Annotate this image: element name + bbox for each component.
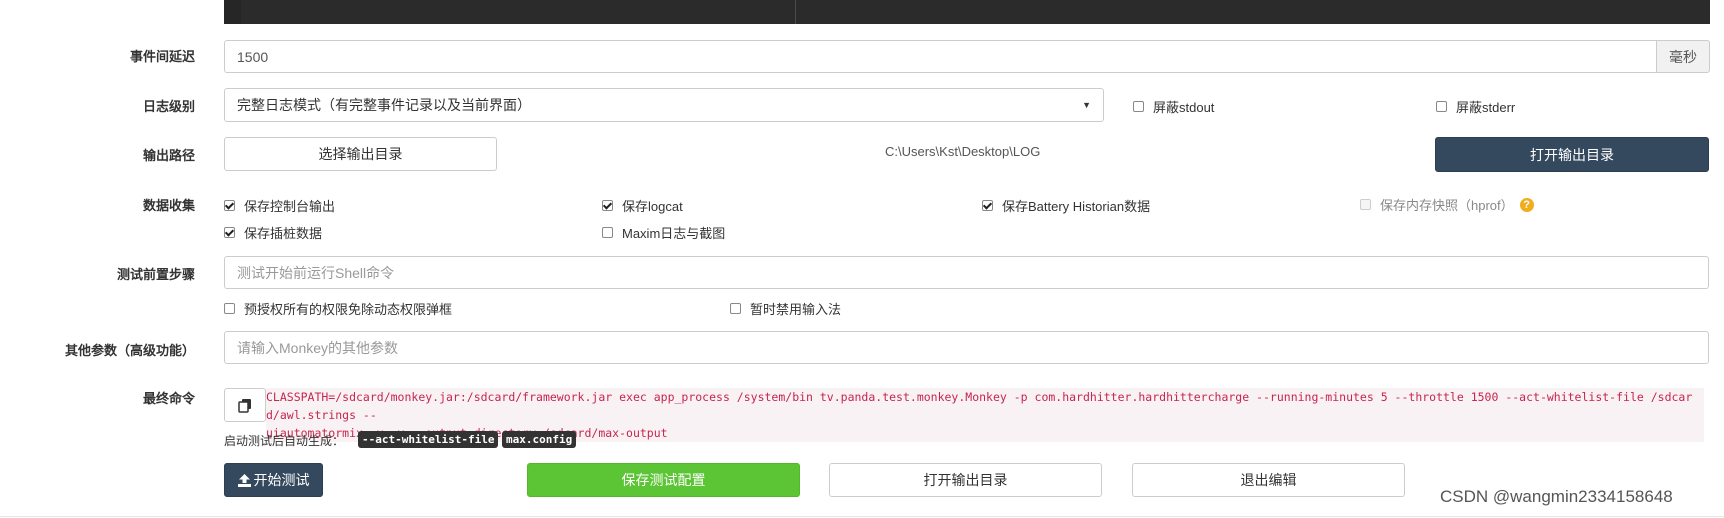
output-path-label: 输出路径: [142, 148, 195, 163]
disable-ime-checkbox[interactable]: 暂时禁用输入法: [730, 299, 841, 318]
checkbox-box: [224, 303, 235, 314]
delay-input[interactable]: 1500: [224, 40, 1657, 73]
delay-value: 1500: [237, 48, 269, 65]
start-test-button[interactable]: 开始测试: [224, 463, 323, 497]
checkbox-box: [602, 227, 613, 238]
checkbox-box: [730, 303, 741, 314]
hide-stderr-label: 屏蔽stderr: [1456, 100, 1516, 115]
copy-icon: [238, 398, 251, 413]
save-battery-historian-checkbox[interactable]: 保存Battery Historian数据: [982, 196, 1150, 215]
whitelist-file-tag: --act-whitelist-file: [358, 431, 499, 448]
save-console-checkbox[interactable]: 保存控制台输出: [224, 196, 335, 215]
other-params-placeholder: 请输入Monkey的其他参数: [237, 339, 399, 356]
final-command-line-1: CLASSPATH=/sdcard/monkey.jar:/sdcard/fra…: [266, 390, 1693, 422]
open-output-dir-button-2[interactable]: 打开输出目录: [829, 463, 1102, 497]
save-hprof-checkbox[interactable]: 保存内存快照（hprof） ?: [1360, 195, 1534, 214]
checkbox-box-checked: [224, 200, 235, 211]
disable-ime-label: 暂时禁用输入法: [750, 302, 842, 317]
save-battery-historian-label: 保存Battery Historian数据: [1002, 199, 1151, 214]
checkbox-box-disabled: [1360, 199, 1371, 210]
checkbox-box-checked: [224, 227, 235, 238]
checkbox-box-checked: [982, 200, 993, 211]
pre-steps-placeholder: 测试开始前运行Shell命令: [237, 264, 395, 281]
hide-stdout-checkbox[interactable]: 屏蔽stdout: [1133, 97, 1214, 116]
data-collect-label: 数据收集: [142, 198, 195, 213]
delay-unit-addon: 毫秒: [1656, 40, 1710, 73]
checkbox-box: [1436, 101, 1447, 112]
start-test-label: 开始测试: [253, 472, 310, 488]
other-params-label: 其他参数（高级功能）: [64, 343, 195, 358]
delay-label: 事件间延迟: [129, 49, 195, 64]
maxim-log-checkbox[interactable]: Maxim日志与截图: [602, 223, 725, 242]
choose-output-dir-button[interactable]: 选择输出目录: [224, 137, 497, 171]
save-instrument-checkbox[interactable]: 保存插桩数据: [224, 223, 322, 242]
grant-permissions-checkbox[interactable]: 预授权所有的权限免除动态权限弹框: [224, 299, 452, 318]
save-config-button[interactable]: 保存测试配置: [527, 463, 800, 497]
auto-generate-label: 启动测试后自动生成：: [224, 434, 345, 448]
bottom-divider: [0, 516, 1724, 517]
checkbox-box: [1133, 101, 1144, 112]
copy-command-button[interactable]: [224, 388, 266, 422]
final-cmd-label: 最终命令: [142, 391, 195, 406]
open-output-dir-button[interactable]: 打开输出目录: [1435, 137, 1709, 172]
save-logcat-label: 保存logcat: [622, 199, 683, 214]
grant-permissions-label: 预授权所有的权限免除动态权限弹框: [244, 302, 453, 317]
maxim-log-label: Maxim日志与截图: [622, 226, 726, 241]
csdn-watermark: CSDN @wangmin2334158648: [1440, 487, 1673, 506]
pre-steps-input[interactable]: 测试开始前运行Shell命令: [224, 256, 1709, 289]
hide-stderr-checkbox[interactable]: 屏蔽stderr: [1436, 97, 1515, 116]
exit-edit-button[interactable]: 退出编辑: [1132, 463, 1405, 497]
output-path-text: C:\Users\Kst\Desktop\LOG: [885, 144, 1041, 159]
upload-icon: [237, 473, 251, 487]
checkbox-box-checked: [602, 200, 613, 211]
log-level-label: 日志级别: [142, 99, 195, 114]
save-console-label: 保存控制台输出: [244, 199, 336, 214]
caret-down-icon: ▼: [1082, 100, 1091, 110]
other-params-input[interactable]: 请输入Monkey的其他参数: [224, 331, 1709, 364]
log-level-selected: 完整日志模式（有完整事件记录以及当前界面）: [237, 97, 531, 113]
log-level-select[interactable]: 完整日志模式（有完整事件记录以及当前界面） ▼: [224, 88, 1104, 122]
save-instrument-label: 保存插桩数据: [244, 226, 323, 241]
top-panel-strip: [224, 0, 1710, 24]
hide-stdout-label: 屏蔽stdout: [1153, 100, 1215, 115]
question-icon[interactable]: ?: [1519, 197, 1534, 212]
top-panel-left-segment: [224, 0, 241, 24]
pre-steps-label: 测试前置步骤: [116, 267, 195, 282]
max-config-tag: max.config: [502, 431, 577, 448]
save-logcat-checkbox[interactable]: 保存logcat: [602, 196, 683, 215]
top-panel-divider: [795, 0, 796, 24]
save-hprof-label: 保存内存快照（hprof）: [1380, 198, 1514, 213]
